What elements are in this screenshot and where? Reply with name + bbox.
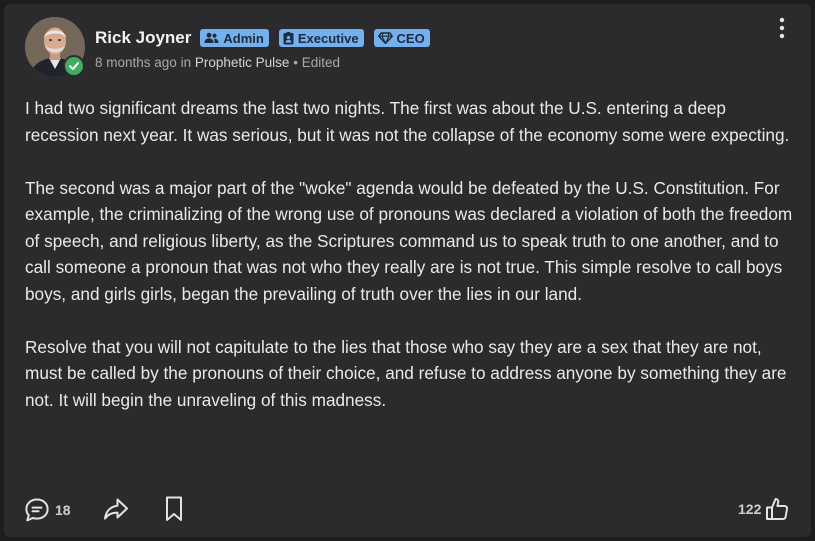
bookmark-icon xyxy=(166,496,182,521)
badge-executive: Executive xyxy=(278,29,364,47)
meta-in-label: in xyxy=(180,55,192,70)
meta-separator: • xyxy=(293,55,298,70)
badge-executive-label: Executive xyxy=(297,30,359,46)
author-avatar[interactable] xyxy=(25,17,85,77)
group-link[interactable]: Prophetic Pulse xyxy=(195,55,290,70)
badge-admin: Admin xyxy=(200,29,269,47)
author-name[interactable]: Rick Joyner xyxy=(95,28,191,48)
thumbs-up-icon xyxy=(766,498,789,520)
badge-ceo: CEO xyxy=(373,29,430,47)
post-card: Rick Joyner Admin Executive CEO 8 months… xyxy=(4,4,811,537)
bookmark-button[interactable] xyxy=(164,495,184,523)
post-paragraph: Resolve that you will not capitulate to … xyxy=(25,336,787,410)
diamond-icon xyxy=(377,32,393,44)
post-body: I had two significant dreams the last tw… xyxy=(25,95,795,440)
comment-button[interactable]: 18 xyxy=(24,497,71,523)
post-header: Rick Joyner Admin Executive CEO xyxy=(95,27,440,49)
post-paragraph: I had two significant dreams the last tw… xyxy=(25,98,790,145)
badge-admin-label: Admin xyxy=(223,30,264,46)
verified-badge xyxy=(63,55,85,77)
comment-count: 18 xyxy=(55,502,71,518)
share-button[interactable] xyxy=(102,496,130,522)
check-icon xyxy=(69,62,79,70)
comment-icon xyxy=(25,498,49,522)
share-icon xyxy=(104,498,128,520)
post-meta: 8 months ago in Prophetic Pulse • Edited xyxy=(95,55,340,70)
post-time[interactable]: 8 months ago xyxy=(95,55,177,70)
badge-ceo-label: CEO xyxy=(396,30,425,46)
like-count: 122 xyxy=(738,501,762,517)
more-vertical-icon xyxy=(779,17,785,39)
post-paragraph: The second was a major part of the "woke… xyxy=(25,177,793,304)
like-button[interactable]: 122 xyxy=(738,496,790,522)
post-options-button[interactable] xyxy=(770,14,794,42)
edited-label: Edited xyxy=(301,55,340,70)
id-badge-icon xyxy=(283,31,294,44)
users-icon xyxy=(204,32,219,43)
